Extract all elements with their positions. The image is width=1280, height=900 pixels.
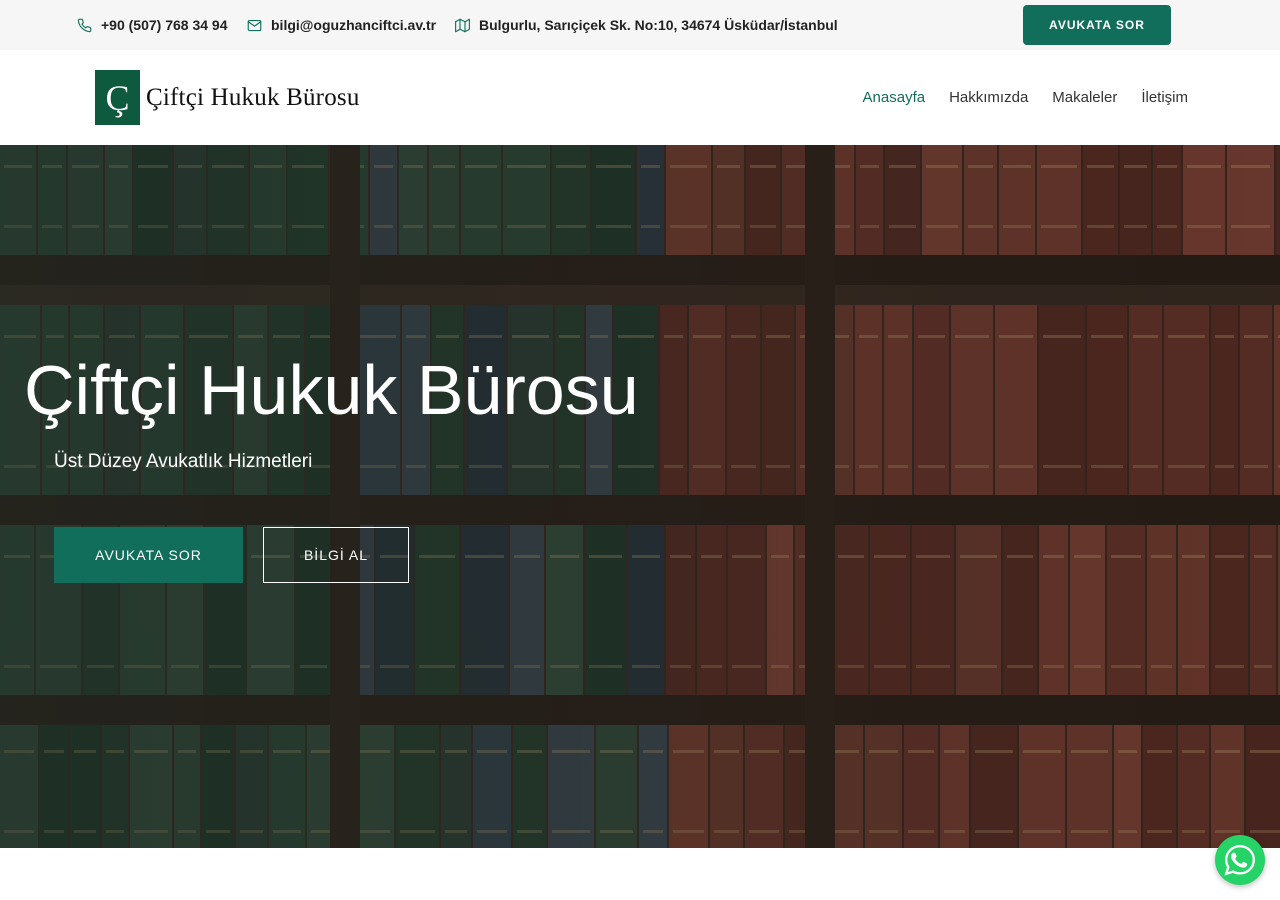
hero-overlay	[0, 145, 1280, 848]
ask-lawyer-top-button[interactable]: AVUKATA SOR	[1023, 5, 1171, 45]
topbar-phone[interactable]: +90 (507) 768 34 94	[77, 0, 228, 50]
whatsapp-button[interactable]	[1215, 835, 1265, 885]
phone-icon	[77, 18, 92, 32]
logo-text: Çiftçi Hukuk Bürosu	[146, 83, 360, 111]
whatsapp-icon	[1224, 845, 1255, 876]
hero-title: Çiftçi Hukuk Bürosu	[24, 351, 639, 429]
top-bar: +90 (507) 768 34 94 bilgi@oguzhanciftci.…	[0, 0, 1280, 50]
nav-item-anasayfa[interactable]: Anasayfa	[863, 89, 926, 106]
mail-icon	[247, 19, 262, 31]
map-icon	[455, 18, 470, 32]
hero-subtitle: Üst Düzey Avukatlık Hizmetleri	[54, 451, 313, 472]
ask-lawyer-button[interactable]: AVUKATA SOR	[54, 527, 243, 583]
address-text: Bulgurlu, Sarıçiçek Sk. No:10, 34674 Üsk…	[479, 17, 838, 33]
nav-item-makaleler[interactable]: Makaleler	[1052, 89, 1117, 106]
phone-text: +90 (507) 768 34 94	[101, 17, 228, 33]
topbar-email[interactable]: bilgi@oguzhanciftci.av.tr	[247, 0, 436, 50]
main-nav: Anasayfa Hakkımızda Makaleler İletişim	[839, 50, 1188, 145]
hero-section: Çiftçi Hukuk Bürosu Üst Düzey Avukatlık …	[0, 145, 1280, 848]
logo-mark: Ç	[95, 70, 140, 125]
get-info-button[interactable]: BİLGİ AL	[263, 527, 409, 583]
nav-item-iletisim[interactable]: İletişim	[1141, 89, 1188, 106]
site-header: Ç Çiftçi Hukuk Bürosu Anasayfa Hakkımızd…	[0, 50, 1280, 145]
topbar-address[interactable]: Bulgurlu, Sarıçiçek Sk. No:10, 34674 Üsk…	[455, 0, 838, 50]
site-logo[interactable]: Ç Çiftçi Hukuk Bürosu	[95, 70, 360, 125]
email-text: bilgi@oguzhanciftci.av.tr	[271, 17, 437, 33]
nav-item-hakkimizda[interactable]: Hakkımızda	[949, 89, 1028, 106]
